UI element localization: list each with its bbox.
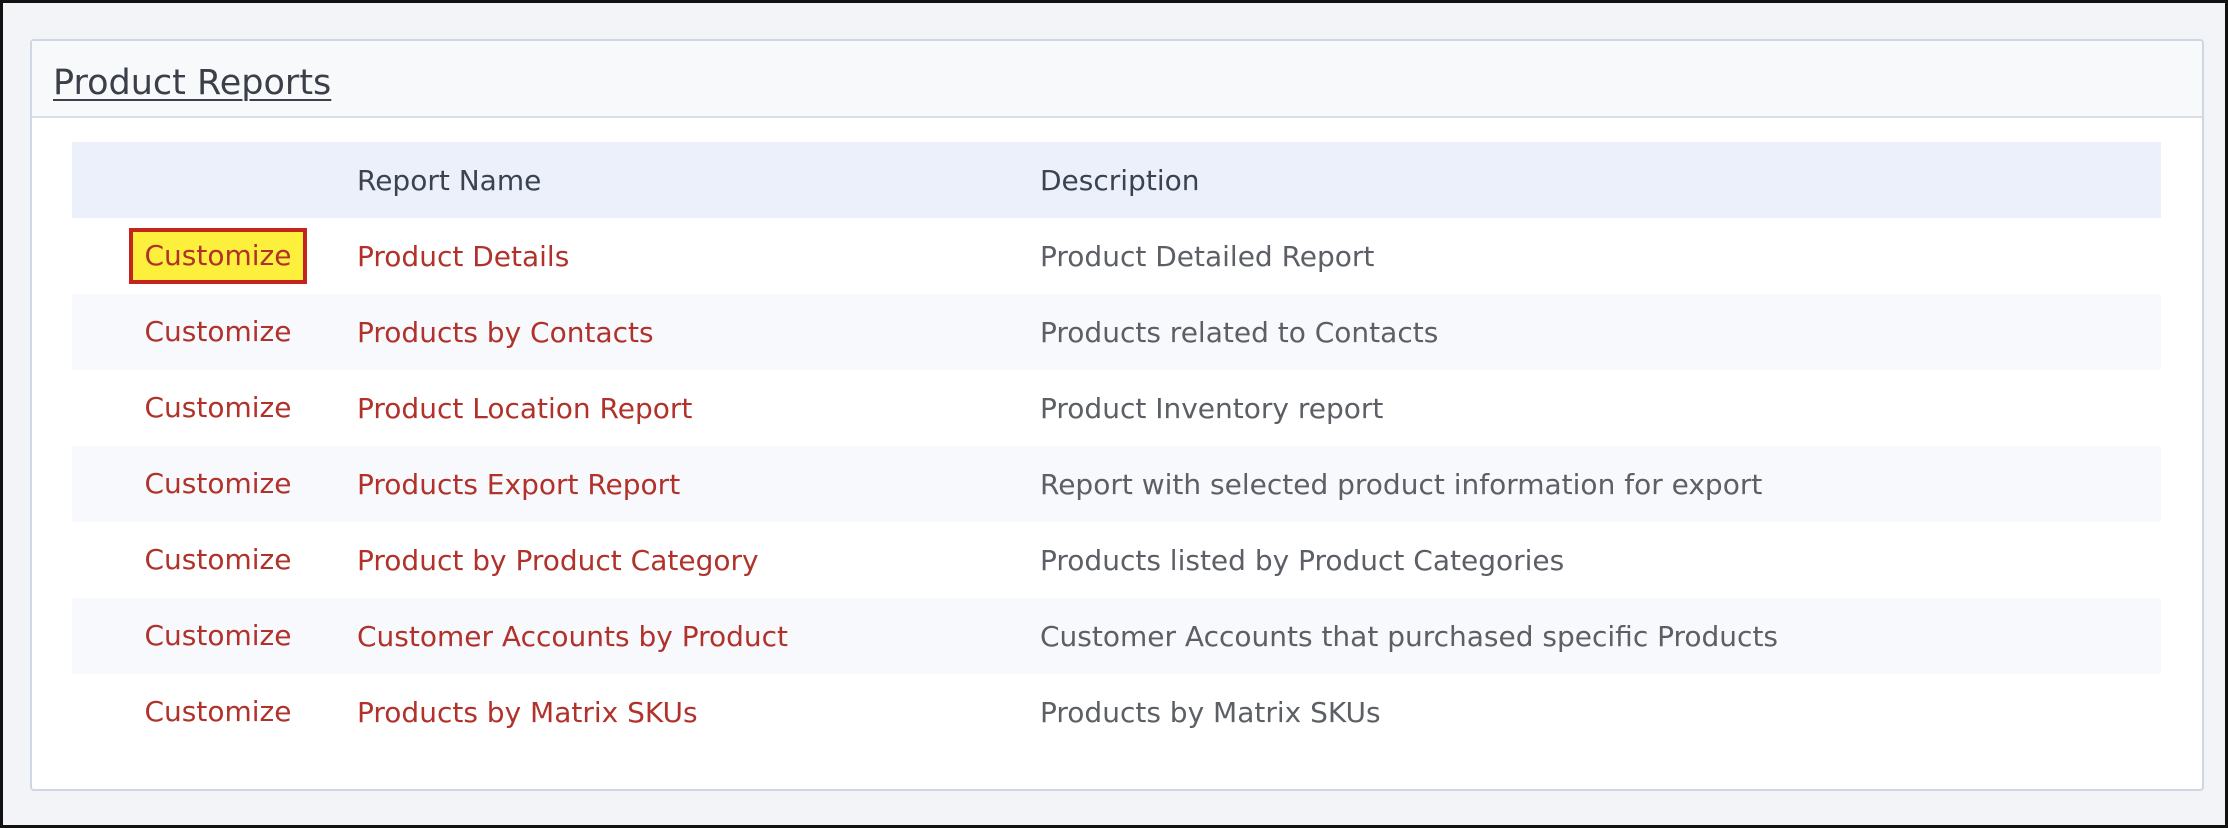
customize-button[interactable]: Customize xyxy=(129,608,308,664)
header-description: Description xyxy=(1040,142,2161,218)
customize-button[interactable]: Customize xyxy=(129,456,308,512)
report-name-link[interactable]: Product Details xyxy=(357,240,569,273)
customize-button[interactable]: Customize xyxy=(129,304,308,360)
report-description: Report with selected product information… xyxy=(1040,467,1763,501)
panel-title-link[interactable]: Product Reports xyxy=(53,63,331,103)
report-name-link[interactable]: Products Export Report xyxy=(357,468,680,501)
table-row: Customize Products by Matrix SKUs Produc… xyxy=(72,674,2161,750)
report-name-link[interactable]: Product Location Report xyxy=(357,392,692,425)
table-header-row: Report Name Description xyxy=(72,142,2161,218)
table-row: Customize Product Location Report Produc… xyxy=(72,370,2161,446)
report-description: Product Detailed Report xyxy=(1040,239,1375,273)
report-name-link[interactable]: Products by Matrix SKUs xyxy=(357,696,698,729)
report-description: Product Inventory report xyxy=(1040,391,1384,425)
report-description: Products related to Contacts xyxy=(1040,315,1439,349)
customize-button[interactable]: Customize xyxy=(129,532,308,588)
report-name-link[interactable]: Product by Product Category xyxy=(357,544,759,577)
report-name-link[interactable]: Products by Contacts xyxy=(357,316,654,349)
table-row: Customize Product by Product Category Pr… xyxy=(72,522,2161,598)
customize-button[interactable]: Customize xyxy=(128,228,308,284)
reports-table: Report Name Description Customize Produc… xyxy=(72,142,2161,750)
table-row: Customize Products Export Report Report … xyxy=(72,446,2161,522)
panel-header: Product Reports xyxy=(32,41,2202,118)
table-row: Customize Customer Accounts by Product C… xyxy=(72,598,2161,674)
report-description: Customer Accounts that purchased specifi… xyxy=(1040,619,1779,653)
product-reports-panel: Product Reports Report Name Description … xyxy=(30,39,2204,791)
customize-button[interactable]: Customize xyxy=(129,684,308,740)
table-row: Customize Products by Contacts Products … xyxy=(72,294,2161,370)
table-row: Customize Product Details Product Detail… xyxy=(72,218,2161,294)
header-report-name: Report Name xyxy=(354,142,1040,218)
header-action xyxy=(72,142,354,218)
customize-button[interactable]: Customize xyxy=(129,380,308,436)
report-description: Products by Matrix SKUs xyxy=(1040,695,1381,729)
report-description: Products listed by Product Categories xyxy=(1040,543,1565,577)
report-name-link[interactable]: Customer Accounts by Product xyxy=(357,620,788,653)
